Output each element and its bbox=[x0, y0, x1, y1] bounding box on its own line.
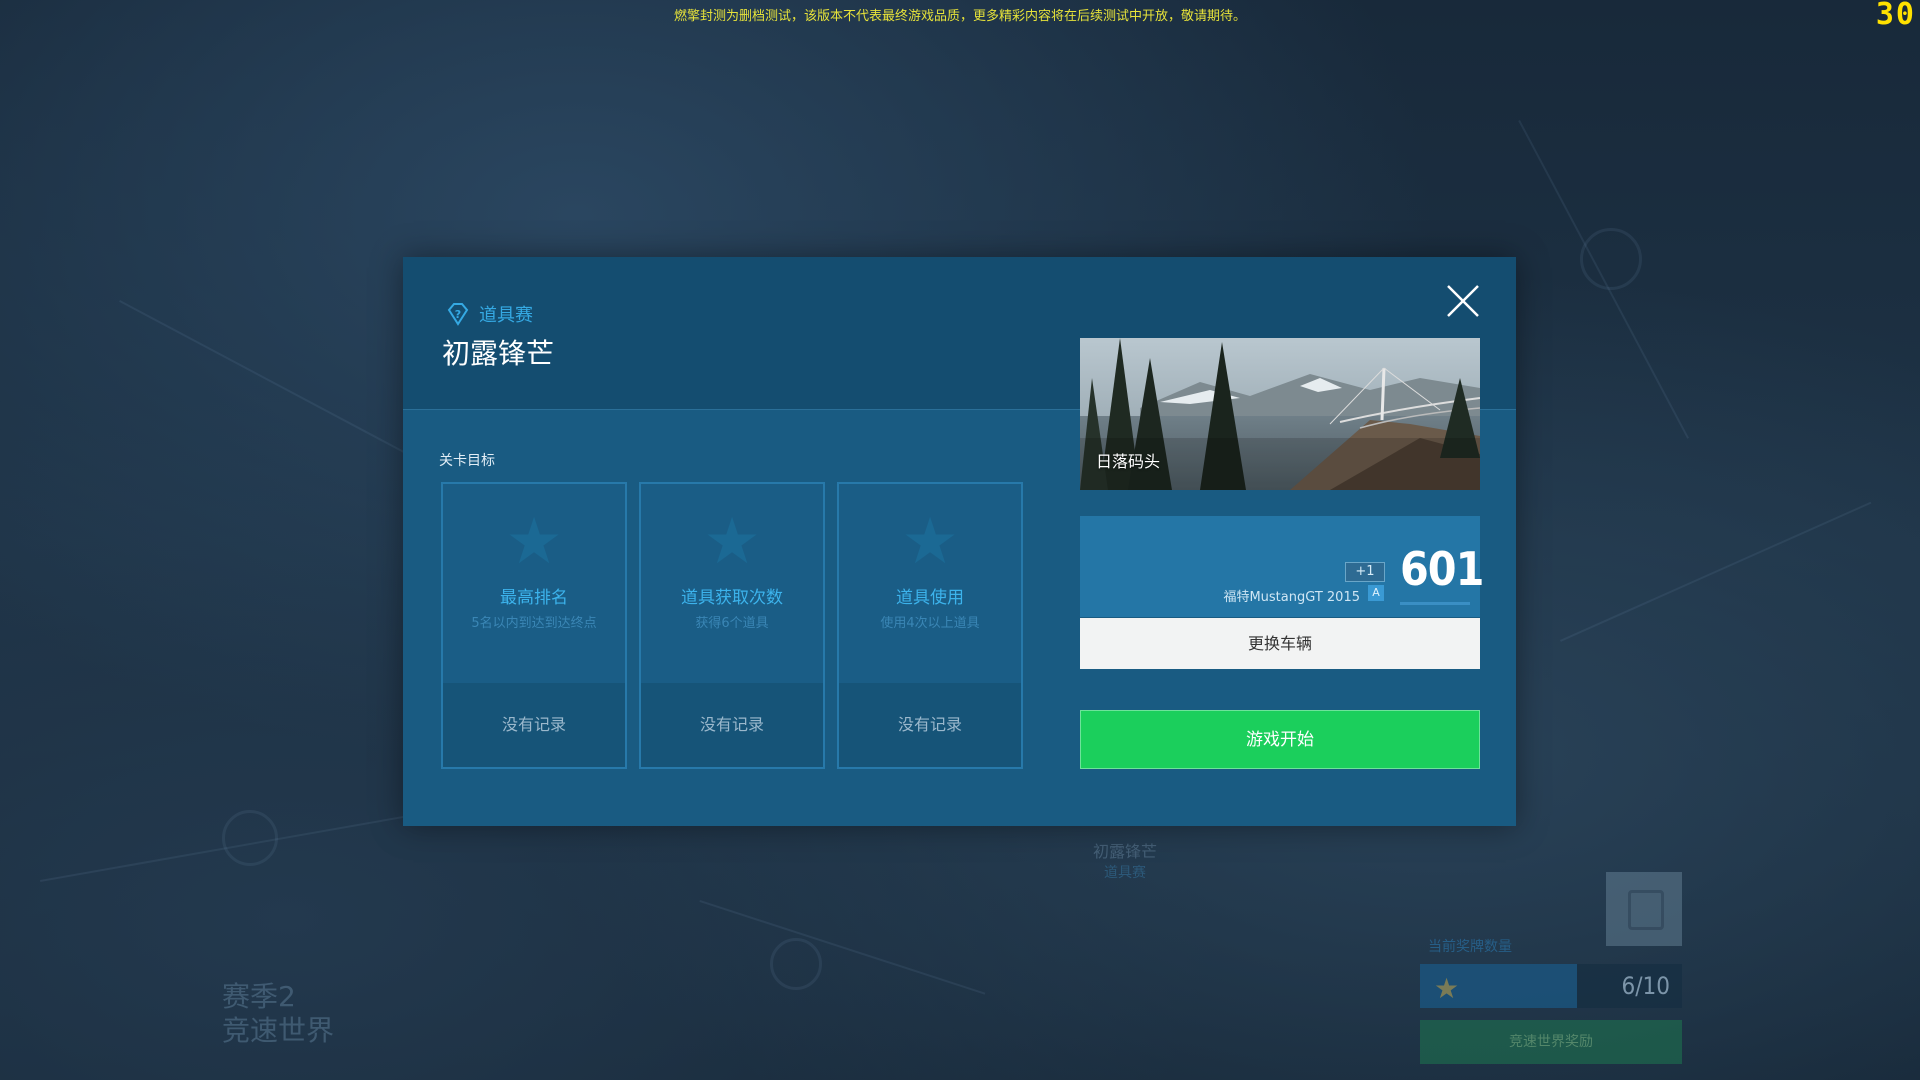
map-road-line bbox=[1560, 501, 1872, 642]
car-upgrade-badge: +1 bbox=[1345, 562, 1385, 582]
stage-dialog: ? 道具赛 初露锋芒 关卡目标 ★ 最高排名 5名以内到达到达终点 没有记录 ★… bbox=[403, 257, 1516, 826]
medal-count: 6/10 bbox=[1621, 972, 1670, 1000]
goal-title: 最高排名 bbox=[500, 588, 568, 608]
goal-card-rank: ★ 最高排名 5名以内到达到达终点 没有记录 bbox=[441, 482, 627, 769]
item-race-icon: ? bbox=[447, 303, 469, 326]
test-notice: 燃擎封测为删档测试，该版本不代表最终游戏品质，更多精彩内容将在后续测试中开放，敬… bbox=[673, 9, 1246, 24]
stage-title: 初露锋芒 bbox=[442, 337, 555, 370]
track-name: 日落码头 bbox=[1096, 452, 1161, 471]
svg-text:?: ? bbox=[455, 308, 461, 321]
goal-record: 没有记录 bbox=[641, 683, 823, 767]
goal-description: 使用4次以上道具 bbox=[880, 616, 980, 631]
car-score: 601 bbox=[1400, 542, 1484, 596]
goal-card-item-use: ★ 道具使用 使用4次以上道具 没有记录 bbox=[837, 482, 1023, 769]
objectives-label: 关卡目标 bbox=[439, 453, 495, 469]
track-preview: 日落码头 bbox=[1080, 338, 1480, 490]
star-icon: ★ bbox=[703, 505, 761, 579]
season-number: 赛季2 bbox=[222, 980, 296, 1013]
goal-title: 道具获取次数 bbox=[681, 588, 783, 608]
star-icon: ★ bbox=[505, 505, 563, 579]
season-label: 赛季2 竞速世界 bbox=[222, 980, 334, 1048]
chest-icon bbox=[1628, 890, 1664, 930]
mode-row: ? 道具赛 bbox=[445, 301, 533, 327]
start-game-button[interactable]: 游戏开始 bbox=[1080, 710, 1480, 769]
goal-description: 5名以内到达到达终点 bbox=[471, 616, 597, 631]
change-car-button[interactable]: 更换车辆 bbox=[1080, 618, 1480, 669]
medal-star-icon: ★ bbox=[1434, 972, 1460, 1005]
goal-title: 道具使用 bbox=[896, 588, 964, 608]
map-road-line bbox=[699, 900, 986, 995]
close-icon[interactable] bbox=[1443, 281, 1483, 321]
medal-progress-bar: ★ 6/10 bbox=[1420, 964, 1682, 1008]
goal-record: 没有记录 bbox=[443, 683, 625, 767]
map-node-title: 初露锋芒 bbox=[1092, 842, 1157, 861]
fps-counter: 30 bbox=[1875, 0, 1916, 32]
map-marker-icon bbox=[1580, 228, 1642, 290]
world-reward-button[interactable]: 竞速世界奖励 bbox=[1420, 1020, 1682, 1064]
goal-record: 没有记录 bbox=[839, 683, 1021, 767]
medal-count-label: 当前奖牌数量 bbox=[1428, 939, 1512, 955]
mode-label: 道具赛 bbox=[479, 305, 533, 326]
map-marker-icon bbox=[770, 938, 822, 990]
car-name: 福特MustangGT 2015 bbox=[1223, 590, 1360, 605]
score-underline bbox=[1400, 602, 1470, 605]
goal-card-item-pickup: ★ 道具获取次数 获得6个道具 没有记录 bbox=[639, 482, 825, 769]
map-stage-node[interactable]: 初露锋芒 道具赛 bbox=[1060, 838, 1190, 882]
star-icon: ★ bbox=[901, 505, 959, 579]
season-name: 竞速世界 bbox=[222, 1014, 335, 1047]
goal-description: 获得6个道具 bbox=[695, 616, 769, 631]
reward-chest-button[interactable] bbox=[1606, 872, 1682, 946]
map-node-mode: 道具赛 bbox=[1104, 865, 1146, 881]
car-rank-badge: A bbox=[1368, 585, 1384, 601]
car-info-panel: 福特MustangGT 2015 +1 A 601 bbox=[1080, 516, 1484, 617]
map-marker-icon bbox=[222, 810, 278, 866]
